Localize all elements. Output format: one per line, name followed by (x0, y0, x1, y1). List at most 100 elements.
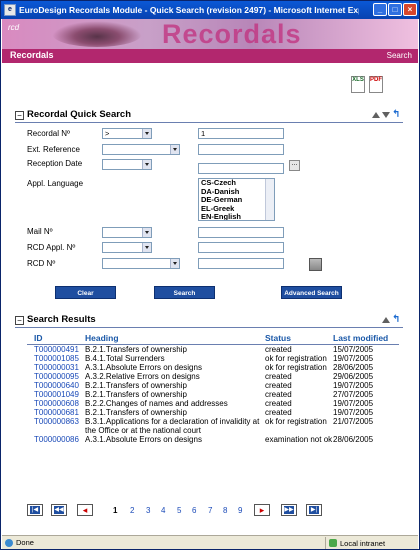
first-page-button[interactable]: |◀ (27, 504, 43, 516)
lookup-icon[interactable] (309, 258, 322, 271)
status-text: Done (16, 538, 34, 547)
move-down-icon[interactable] (382, 112, 390, 118)
table-row: T000000491 B.2.1.Transfers of ownership cr… (27, 345, 399, 355)
table-row: T000000608 B.2.2.Changes of names and add… (27, 399, 399, 408)
title-bar: e EuroDesign Recordals Module - Quick Se… (1, 1, 419, 19)
mail-no-select[interactable] (102, 227, 152, 238)
rcd-appl-no-select[interactable] (102, 242, 152, 253)
modified-cell: 19/07/2005 (333, 354, 374, 363)
back-arrow-icon[interactable]: ↰ (392, 110, 403, 120)
table-row: T000000863 B.3.1.Applications for a decla… (27, 417, 399, 435)
quick-search-header: − Recordal Quick Search ↰ (15, 109, 403, 123)
heading-cell: B.2.1.Transfers of ownership (85, 345, 187, 354)
mail-no-input[interactable] (198, 227, 284, 238)
language-option[interactable]: EN-English (199, 212, 274, 220)
collapse-toggle-icon[interactable]: − (15, 111, 24, 120)
appl-language-label: Appl. Language (27, 179, 84, 188)
modified-cell: 28/06/2005 (333, 435, 374, 444)
last-page-button[interactable]: ▶| (306, 504, 322, 516)
page-number[interactable]: 9 (238, 506, 242, 515)
page-number[interactable]: 2 (130, 506, 134, 515)
ie-icon: e (4, 4, 16, 16)
record-id-link[interactable]: T000000608 (27, 399, 85, 408)
table-row: T000001049 B.2.1.Transfers of ownership cr… (27, 390, 399, 399)
search-link[interactable]: Search (387, 51, 412, 60)
column-heading[interactable]: Heading (85, 332, 265, 345)
rcd-no-select[interactable] (102, 258, 180, 269)
ext-reference-label: Ext. Reference (27, 145, 80, 154)
chevron-down-icon (142, 160, 151, 169)
clear-button[interactable]: Clear (55, 286, 116, 299)
appl-language-listbox[interactable]: CS-Czech DA-Danish DE-German EL-Greek EN… (198, 178, 275, 221)
quick-search-title: Recordal Quick Search (27, 109, 132, 120)
status-cell: created (265, 345, 292, 354)
record-id-link[interactable]: T000000640 (27, 381, 85, 390)
heading-cell: B.3.1.Applications for a declaration of … (85, 417, 260, 435)
chevron-down-icon (142, 228, 151, 237)
maximize-button[interactable]: □ (388, 3, 402, 16)
page-number[interactable]: 8 (223, 506, 227, 515)
page-number-current[interactable]: 1 (113, 506, 117, 515)
minimize-button[interactable]: _ (373, 3, 387, 16)
modified-cell: 19/07/2005 (333, 381, 374, 390)
next-page-button[interactable]: ▸ (254, 504, 270, 516)
listbox-scrollbar[interactable] (265, 179, 274, 220)
reception-date-select[interactable] (102, 159, 152, 170)
page-number[interactable]: 7 (208, 506, 212, 515)
fast-forward-icon: ▶▶ (284, 506, 294, 514)
advanced-search-button[interactable]: Advanced Search (281, 286, 342, 299)
move-up-icon[interactable] (372, 112, 380, 118)
page-number[interactable]: 5 (177, 506, 181, 515)
prev-block-button[interactable]: ◀◀ (51, 504, 67, 516)
close-button[interactable]: × (403, 3, 417, 16)
brand-title: Recordals (162, 19, 302, 49)
status-bar: Done Local intranet (2, 535, 418, 549)
reception-date-input[interactable] (198, 163, 284, 174)
date-picker-button[interactable]: ... (289, 160, 300, 171)
page-number[interactable]: 6 (192, 506, 196, 515)
record-id-link[interactable]: T000000031 (27, 363, 85, 372)
collapse-toggle-icon[interactable]: − (15, 316, 24, 325)
column-status[interactable]: Status (265, 332, 333, 345)
recordal-no-operator-select[interactable]: > (102, 128, 152, 139)
export-xls-icon[interactable]: XLS (351, 76, 365, 93)
next-arrow-icon: ▸ (257, 506, 267, 515)
ext-reference-input[interactable] (198, 144, 284, 155)
zone-label: Local intranet (340, 539, 386, 548)
next-block-button[interactable]: ▶▶ (281, 504, 297, 516)
move-up-icon[interactable] (382, 317, 390, 323)
table-header-row: ID Heading Status Last modified (27, 332, 399, 345)
status-cell: created (265, 372, 292, 381)
page-number[interactable]: 3 (146, 506, 150, 515)
status-cell: ok for registration (265, 363, 327, 372)
status-cell: examination not ok (265, 435, 333, 444)
back-arrow-icon[interactable]: ↰ (392, 315, 403, 325)
record-id-link[interactable]: T000000863 (27, 417, 85, 435)
column-id[interactable]: ID (27, 332, 85, 345)
modified-cell: 29/06/2005 (333, 372, 374, 381)
search-button[interactable]: Search (154, 286, 215, 299)
record-id-link[interactable]: T000000491 (27, 345, 85, 355)
page-number[interactable]: 4 (161, 506, 165, 515)
table-row: T000000640 B.2.1.Transfers of ownership cr… (27, 381, 399, 390)
last-page-icon: ▶| (309, 506, 319, 514)
modified-cell: 28/06/2005 (333, 363, 374, 372)
ext-reference-select[interactable] (102, 144, 180, 155)
recordal-no-input[interactable]: 1 (198, 128, 284, 139)
results-table: ID Heading Status Last modified T0000004… (27, 332, 399, 444)
record-id-link[interactable]: T000001049 (27, 390, 85, 399)
prev-arrow-icon: ◂ (80, 506, 90, 515)
prev-page-button[interactable]: ◂ (77, 504, 93, 516)
table-row: T000000681 B.2.1.Transfers of ownership cr… (27, 408, 399, 417)
heading-cell: B.2.1.Transfers of ownership (85, 408, 187, 417)
banner-artwork (52, 21, 142, 47)
record-id-link[interactable]: T000001085 (27, 354, 85, 363)
record-id-link[interactable]: T000000095 (27, 372, 85, 381)
column-last-modified[interactable]: Last modified (333, 332, 399, 345)
module-bar: Recordals Search (2, 49, 418, 63)
rcd-appl-no-input[interactable] (198, 242, 284, 253)
record-id-link[interactable]: T000000681 (27, 408, 85, 417)
export-pdf-icon[interactable]: PDF (369, 76, 383, 93)
record-id-link[interactable]: T000000086 (27, 435, 85, 444)
rcd-no-input[interactable] (198, 258, 284, 269)
